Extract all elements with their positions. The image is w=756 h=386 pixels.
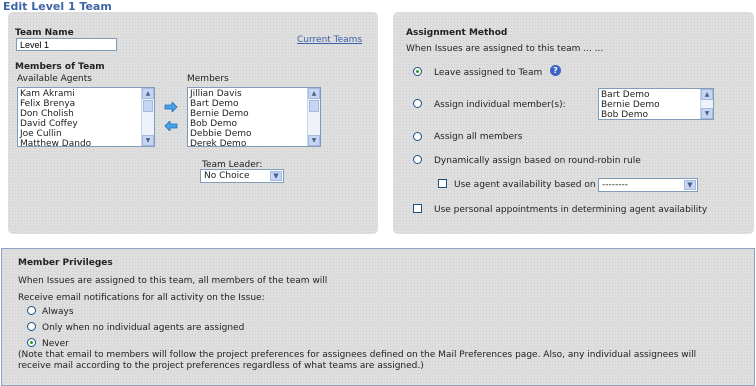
list-item[interactable]: Bob Demo [190, 119, 306, 129]
members-of-team-label: Members of Team [15, 62, 105, 72]
team-name-input[interactable] [16, 38, 117, 51]
note-line-2: receive mail according to the project pr… [18, 361, 424, 371]
scroll-down-icon[interactable]: ▼ [142, 135, 154, 146]
members-label: Members [187, 74, 229, 84]
only-when-label: Only when no individual agents are assig… [42, 323, 245, 333]
scroll-thumb[interactable] [143, 100, 153, 112]
list-item[interactable]: Bernie Demo [601, 100, 699, 110]
scroll-down-icon[interactable]: ▼ [701, 108, 713, 119]
personal-appointments-checkbox[interactable] [413, 204, 422, 213]
scroll-up-icon[interactable]: ▲ [308, 88, 320, 99]
list-item[interactable]: Felix Brenya [20, 99, 140, 109]
team-name-label: Team Name [15, 28, 74, 38]
personal-appointments-label: Use personal appointments in determining… [434, 205, 708, 215]
list-item[interactable]: Kam Akrami [20, 89, 140, 99]
note-line-1: (Note that email to members will follow … [18, 350, 697, 360]
round-robin-radio[interactable] [413, 155, 422, 164]
assign-individual-radio[interactable] [413, 99, 422, 108]
scroll-up-icon[interactable]: ▲ [701, 89, 713, 100]
list-item[interactable]: Matthew Dando [20, 139, 140, 146]
scroll-up-icon[interactable]: ▲ [142, 88, 154, 99]
scrollbar[interactable]: ▲ ▼ [700, 89, 713, 119]
never-label: Never [42, 339, 69, 349]
leave-assigned-label: Leave assigned to Team [434, 68, 543, 78]
list-item[interactable]: Bob Demo [601, 110, 699, 119]
remove-member-arrow-icon[interactable] [164, 121, 178, 131]
round-robin-label: Dynamically assign based on round-robin … [434, 156, 641, 166]
available-agents-list[interactable]: Kam Akrami Felix Brenya Don Cholish Davi… [17, 87, 155, 147]
availability-select[interactable]: -------- ▼ [598, 178, 698, 192]
scroll-thumb[interactable] [309, 100, 319, 112]
team-leader-select[interactable]: No Choice ▼ [200, 169, 284, 183]
scrollbar[interactable]: ▲ ▼ [141, 88, 154, 146]
scrollbar[interactable]: ▲ ▼ [307, 88, 320, 146]
only-when-radio[interactable] [27, 322, 36, 331]
never-radio[interactable] [27, 338, 36, 347]
agent-availability-label: Use agent availability based on [454, 180, 596, 190]
assignment-panel: Assignment Method When Issues are assign… [393, 12, 754, 234]
privileges-intro: When Issues are assigned to this team, a… [18, 276, 328, 286]
leave-assigned-radio[interactable] [413, 67, 422, 76]
current-teams-link[interactable]: Current Teams [297, 35, 362, 45]
list-item[interactable]: Bernie Demo [190, 109, 306, 119]
privileges-title: Member Privileges [18, 258, 113, 268]
always-label: Always [42, 307, 74, 317]
scroll-down-icon[interactable]: ▼ [308, 135, 320, 146]
list-item[interactable]: Jillian Davis [190, 89, 306, 99]
agent-availability-checkbox[interactable] [438, 179, 447, 188]
available-agents-label: Available Agents [17, 74, 92, 84]
list-item[interactable]: Bart Demo [190, 99, 306, 109]
chevron-down-icon[interactable]: ▼ [684, 180, 696, 190]
members-list[interactable]: Jillian Davis Bart Demo Bernie Demo Bob … [187, 87, 321, 147]
list-item[interactable]: Don Cholish [20, 109, 140, 119]
list-item[interactable]: David Coffey [20, 119, 140, 129]
assignment-intro: When Issues are assigned to this team ..… [406, 44, 604, 54]
assign-individual-label: Assign individual member(s): [434, 100, 566, 110]
chevron-down-icon[interactable]: ▼ [270, 171, 282, 181]
team-panel: Team Name Current Teams Members of Team … [8, 12, 378, 234]
list-item[interactable]: Derek Demo [190, 139, 306, 146]
always-radio[interactable] [27, 306, 36, 315]
member-privileges-panel: Member Privileges When Issues are assign… [1, 248, 755, 386]
receive-label: Receive email notifications for all acti… [18, 293, 265, 303]
list-item[interactable]: Debbie Demo [190, 129, 306, 139]
list-item[interactable]: Joe Cullin [20, 129, 140, 139]
list-item[interactable]: Bart Demo [601, 90, 699, 100]
team-leader-value: No Choice [204, 171, 250, 181]
assign-all-radio[interactable] [413, 132, 422, 141]
availability-value: -------- [602, 180, 628, 190]
help-icon[interactable]: ? [550, 65, 561, 76]
individual-members-list[interactable]: Bart Demo Bernie Demo Bob Demo ▲ ▼ [598, 88, 714, 120]
assignment-method-label: Assignment Method [406, 28, 508, 38]
assign-all-label: Assign all members [434, 132, 523, 142]
add-member-arrow-icon[interactable] [164, 102, 178, 112]
